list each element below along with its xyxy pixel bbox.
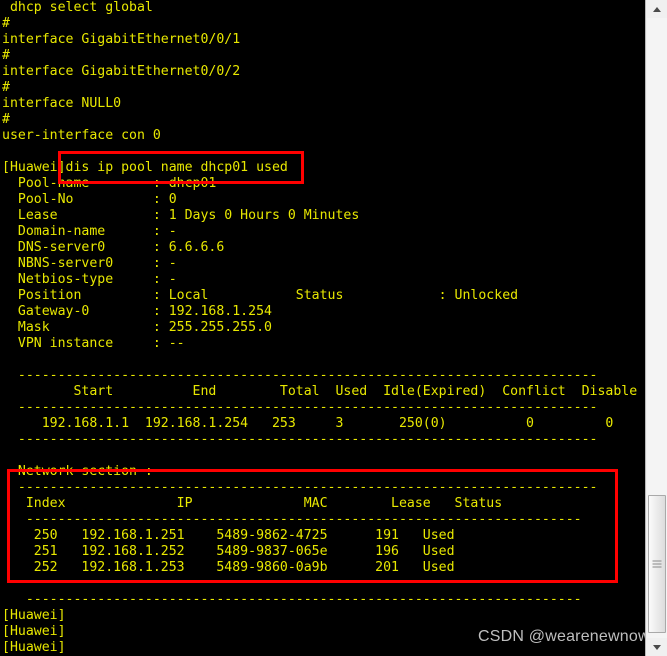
triangle-down-icon	[653, 644, 661, 650]
terminal-line: DNS-server0 : 6.6.6.6	[2, 240, 225, 255]
terminal-line: NBNS-server0 : -	[2, 256, 177, 271]
terminal-line: VPN instance : --	[2, 336, 185, 351]
terminal-line: Pool-No : 0	[2, 192, 177, 207]
terminal-line: dhcp select global	[2, 0, 153, 15]
terminal-line: interface GigabitEthernet0/0/1	[2, 32, 241, 47]
terminal-line: ----------------------------------------…	[2, 368, 598, 383]
grip-lines-icon	[652, 560, 662, 568]
terminal-line: Start End Total Used Idle(Expired) Confl…	[2, 384, 638, 399]
watermark-text: CSDN @wearenewnow	[478, 628, 650, 645]
terminal-line: 251 192.168.1.252 5489-9837-065e 196 Use…	[2, 544, 455, 559]
terminal-line: 252 192.168.1.253 5489-9860-0a9b 201 Use…	[2, 560, 455, 575]
terminal-line: [Huawei]	[2, 608, 66, 623]
terminal-line: Lease : 1 Days 0 Hours 0 Minutes	[2, 208, 360, 223]
triangle-up-icon	[653, 6, 661, 12]
terminal-line: interface NULL0	[2, 96, 122, 111]
terminal-line: #	[2, 112, 10, 127]
terminal-line: 250 192.168.1.251 5489-9862-4725 191 Use…	[2, 528, 455, 543]
terminal-line: Index IP MAC Lease Status	[2, 496, 503, 511]
terminal-line: interface GigabitEthernet0/0/2	[2, 64, 241, 79]
terminal-line: ----------------------------------------…	[2, 432, 598, 447]
scrollbar-thumb[interactable]	[648, 495, 666, 633]
terminal-line: 192.168.1.1 192.168.1.254 253 3 250(0) 0…	[2, 416, 614, 431]
terminal-line: #	[2, 16, 10, 31]
terminal-line: [Huawei]dis ip pool name dhcp01 used	[2, 160, 288, 175]
scroll-down-icon[interactable]	[647, 638, 667, 656]
terminal-line: ----------------------------------------…	[2, 512, 582, 527]
terminal-line: ----------------------------------------…	[2, 480, 598, 495]
terminal-line: Position : Local Status : Unlocked	[2, 288, 519, 303]
terminal-line: Mask : 255.255.255.0	[2, 320, 272, 335]
terminal-line: Pool-name : dhcp01	[2, 176, 217, 191]
terminal-line: ----------------------------------------…	[2, 400, 598, 415]
terminal-line: Gateway-0 : 192.168.1.254	[2, 304, 272, 319]
terminal-line: ----------------------------------------…	[2, 592, 582, 607]
terminal-output[interactable]: dhcp select global # interface GigabitEthe…	[0, 0, 645, 656]
terminal-window: dhcp select global # interface GigabitEthe…	[0, 0, 667, 656]
vertical-scrollbar[interactable]	[645, 0, 667, 656]
terminal-line: #	[2, 80, 10, 95]
terminal-line: #	[2, 48, 10, 63]
scroll-up-icon[interactable]	[647, 0, 667, 18]
terminal-line: Domain-name : -	[2, 224, 177, 239]
terminal-line: Network section :	[2, 464, 153, 479]
terminal-line: Netbios-type : -	[2, 272, 177, 287]
terminal-line: user-interface con 0	[2, 128, 161, 143]
